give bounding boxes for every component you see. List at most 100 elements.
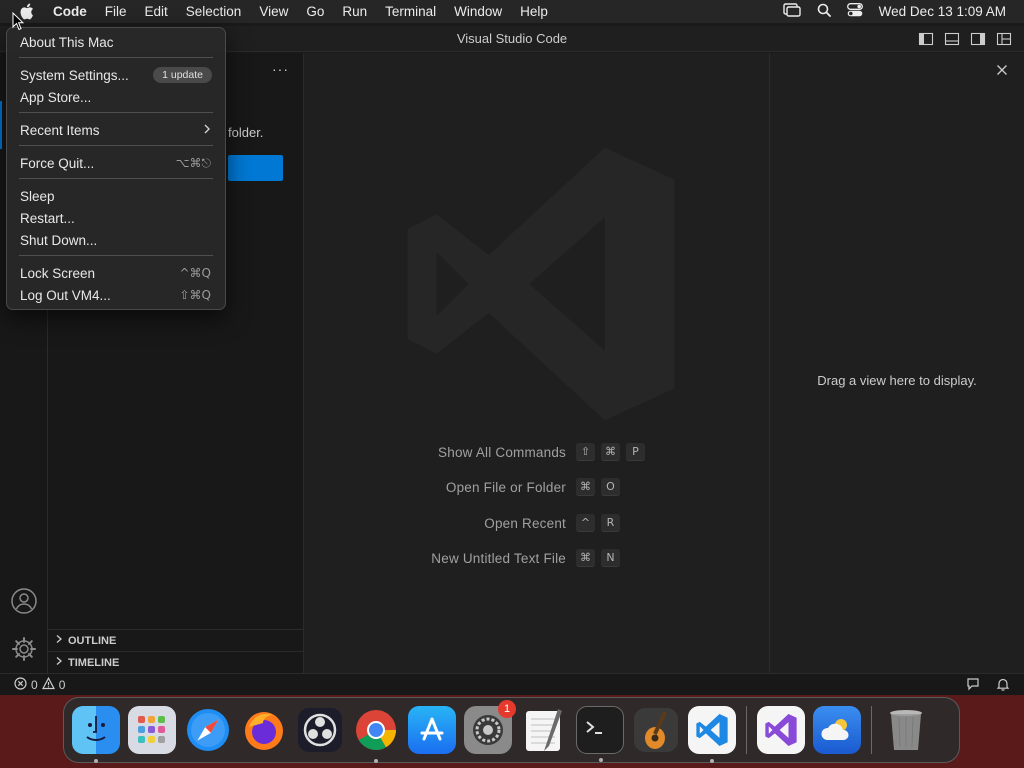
- control-center-icon[interactable]: [846, 3, 863, 20]
- dock-terminal-icon[interactable]: [576, 706, 624, 762]
- kbd-key: ^: [576, 514, 595, 532]
- dock-textedit-icon[interactable]: [520, 706, 568, 754]
- outline-section-label: OUTLINE: [68, 634, 117, 647]
- menu-item-log-out[interactable]: Log Out VM4... ⇧⌘Q: [7, 285, 225, 305]
- dock: 1: [63, 697, 960, 763]
- chevron-right-icon: [54, 656, 64, 669]
- dock-system-settings-icon[interactable]: 1: [464, 700, 516, 754]
- dock-vscode-icon[interactable]: [688, 706, 736, 763]
- timeline-section-label: TIMELINE: [68, 656, 120, 669]
- kbd-key: P: [626, 443, 645, 461]
- menu-separator: [19, 255, 213, 256]
- shortcut-label: Open Recent: [484, 515, 566, 531]
- toggle-primary-sidebar-icon[interactable]: [918, 31, 934, 47]
- menu-separator: [19, 145, 213, 146]
- menu-item-force-quit[interactable]: Force Quit... ⌥⌘⎋: [7, 153, 225, 173]
- menu-edit[interactable]: Edit: [136, 0, 177, 23]
- screen-mirroring-icon[interactable]: [782, 3, 801, 20]
- menubar-clock[interactable]: Wed Dec 13 1:09 AM: [879, 4, 1006, 19]
- outline-section-header[interactable]: OUTLINE: [48, 629, 304, 651]
- menu-item-shut-down[interactable]: Shut Down...: [7, 230, 225, 250]
- dock-trash-icon[interactable]: [882, 706, 930, 754]
- kbd-key: ⌘: [576, 549, 595, 567]
- menu-help[interactable]: Help: [511, 0, 557, 23]
- toggle-panel-icon[interactable]: [944, 31, 960, 47]
- menu-separator: [19, 112, 213, 113]
- notification-badge: 1: [498, 700, 516, 718]
- menu-view[interactable]: View: [250, 0, 297, 23]
- kbd-key: ⇧: [576, 443, 595, 461]
- shortcut-label: New Untitled Text File: [431, 550, 566, 566]
- running-indicator: [710, 759, 714, 763]
- dock-separator: [746, 706, 747, 754]
- secondary-side-bar: Drag a view here to display.: [769, 53, 1024, 673]
- running-indicator: [94, 759, 98, 763]
- keyboard-shortcut: ⇧⌘Q: [179, 288, 212, 302]
- shortcut-show-all-commands[interactable]: Show All Commands ⇧ ⌘ P: [304, 443, 645, 461]
- notifications-bell-icon[interactable]: [996, 677, 1010, 694]
- dock-visual-studio-icon[interactable]: [757, 706, 805, 754]
- menu-file[interactable]: File: [96, 0, 136, 23]
- menu-selection[interactable]: Selection: [177, 0, 251, 23]
- accounts-icon[interactable]: [10, 587, 38, 615]
- dock-safari-icon[interactable]: [184, 706, 232, 754]
- menu-item-label: Recent Items: [20, 122, 100, 138]
- mouse-cursor-icon: [12, 12, 24, 31]
- dock-chrome-icon[interactable]: [352, 706, 400, 763]
- menu-item-app-store[interactable]: App Store...: [7, 87, 225, 107]
- menu-run[interactable]: Run: [333, 0, 376, 23]
- open-folder-button[interactable]: [228, 155, 283, 181]
- error-icon: [14, 677, 27, 693]
- customize-layout-icon[interactable]: [996, 31, 1012, 47]
- drag-view-message: Drag a view here to display.: [817, 373, 977, 388]
- close-icon[interactable]: [996, 63, 1008, 81]
- error-count: 0: [31, 678, 38, 692]
- menu-item-label: System Settings...: [20, 67, 129, 83]
- vscode-watermark-logo: [407, 147, 675, 421]
- kbd-key: N: [601, 549, 620, 567]
- dock-launchpad-icon[interactable]: [128, 706, 176, 754]
- chevron-right-icon: [54, 634, 64, 647]
- menu-terminal[interactable]: Terminal: [376, 0, 445, 23]
- shortcut-label: Open File or Folder: [445, 479, 566, 495]
- update-badge: 1 update: [153, 67, 212, 83]
- shortcut-open-recent[interactable]: Open Recent ^ R: [304, 514, 620, 532]
- sidebar-more-actions[interactable]: ···: [272, 61, 289, 77]
- kbd-key: R: [601, 514, 620, 532]
- no-folder-message: folder.: [228, 125, 264, 140]
- warning-count: 0: [58, 678, 66, 692]
- kbd-key: ⌘: [601, 443, 620, 461]
- menu-item-lock-screen[interactable]: Lock Screen ^⌘Q: [7, 263, 225, 283]
- menu-item-label: App Store...: [20, 89, 92, 105]
- spotlight-search-icon[interactable]: [817, 3, 831, 20]
- menu-item-sleep[interactable]: Sleep: [7, 186, 225, 206]
- kbd-key: O: [601, 478, 620, 496]
- toggle-secondary-sidebar-icon[interactable]: [970, 31, 986, 47]
- shortcut-open-file-or-folder[interactable]: Open File or Folder ⌘ O: [304, 478, 620, 496]
- menu-item-label: Log Out VM4...: [20, 287, 111, 303]
- dock-firefox-icon[interactable]: [240, 706, 288, 754]
- menu-item-about-this-mac[interactable]: About This Mac: [7, 32, 225, 52]
- keyboard-shortcut: ⌥⌘⎋: [175, 155, 211, 170]
- running-indicator: [599, 758, 603, 762]
- dock-app-store-icon[interactable]: [408, 706, 456, 754]
- menu-app-name[interactable]: Code: [40, 0, 96, 23]
- manage-gear-icon[interactable]: [10, 635, 38, 663]
- dock-obs-icon[interactable]: [296, 706, 344, 754]
- dock-garageband-icon[interactable]: [632, 706, 680, 754]
- menu-window[interactable]: Window: [445, 0, 511, 23]
- shortcut-new-untitled-file[interactable]: New Untitled Text File ⌘ N: [304, 549, 620, 567]
- problems-indicator[interactable]: 0 0: [14, 676, 66, 693]
- timeline-section-header[interactable]: TIMELINE: [48, 651, 304, 673]
- editor-empty-area: Show All Commands ⇧ ⌘ P Open File or Fol…: [304, 53, 769, 673]
- apple-menu-dropdown: About This Mac System Settings... 1 upda…: [6, 27, 226, 310]
- dock-finder-icon[interactable]: [72, 706, 120, 763]
- running-indicator: [374, 759, 378, 763]
- menu-item-system-settings[interactable]: System Settings... 1 update: [7, 65, 225, 85]
- dock-weather-icon[interactable]: [813, 706, 861, 754]
- menu-item-recent-items[interactable]: Recent Items: [7, 120, 225, 140]
- kbd-key: ⌘: [576, 478, 595, 496]
- menu-item-restart[interactable]: Restart...: [7, 208, 225, 228]
- menu-go[interactable]: Go: [297, 0, 333, 23]
- feedback-icon[interactable]: [966, 677, 980, 694]
